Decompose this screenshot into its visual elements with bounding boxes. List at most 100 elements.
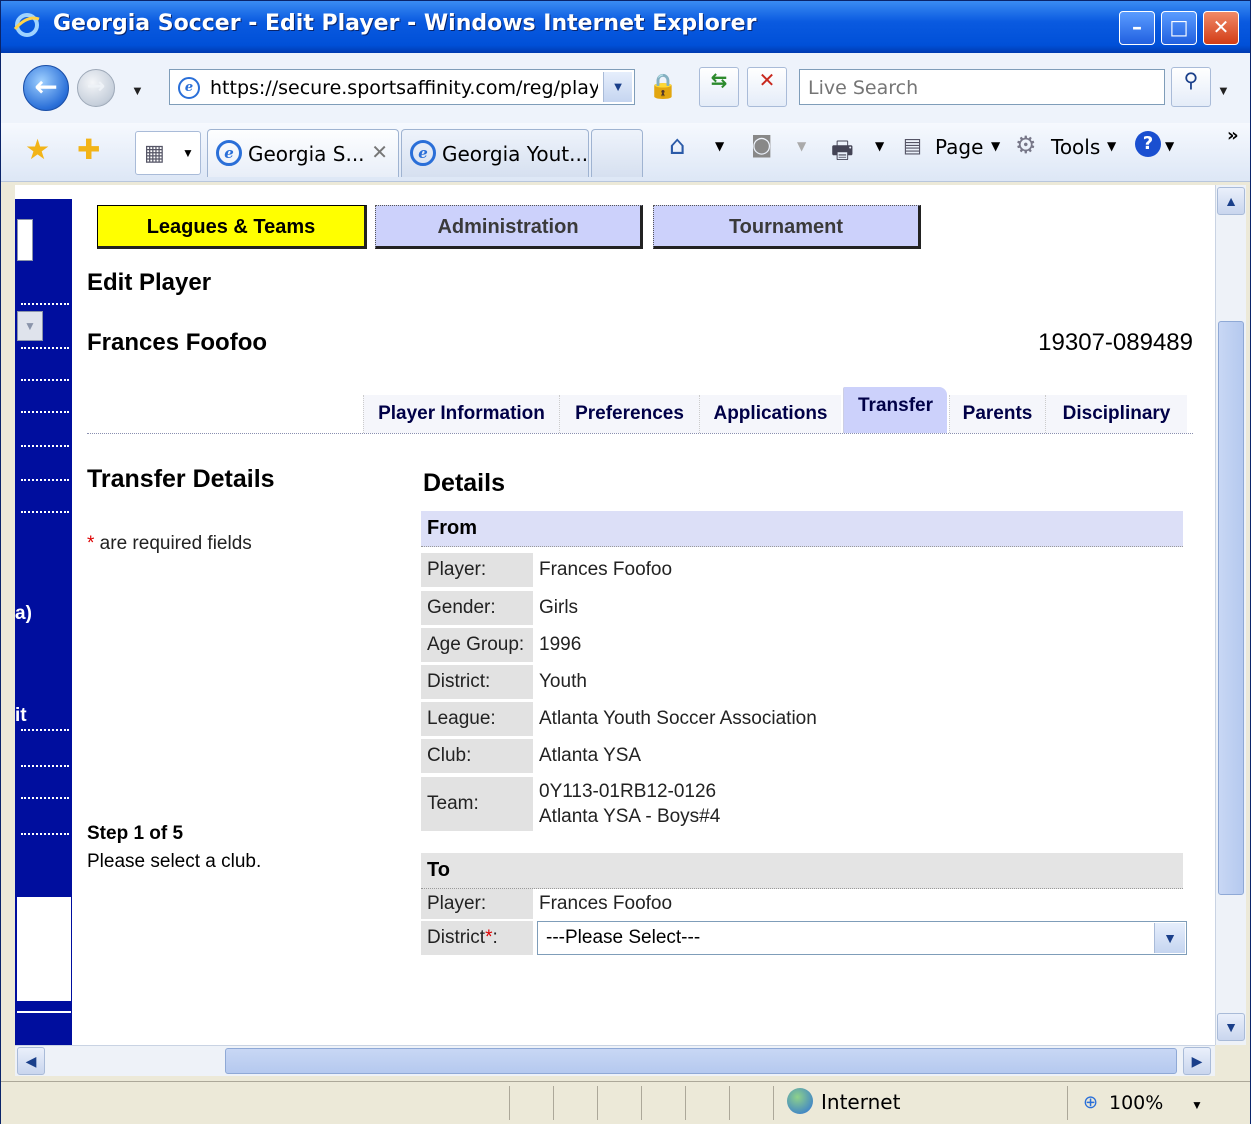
nav-fragment-text[interactable]: a)	[15, 603, 32, 625]
search-options-dropdown-icon[interactable]: ▼	[1217, 83, 1230, 98]
feeds-dropdown-icon[interactable]: ▼	[797, 139, 806, 153]
window-title: Georgia Soccer - Edit Player - Windows I…	[53, 11, 757, 36]
nav-select-dropdown-icon[interactable]: ▼	[17, 311, 43, 341]
security-zone[interactable]: Internet	[821, 1090, 900, 1114]
tools-menu[interactable]: Tools	[1051, 135, 1100, 159]
scroll-down-icon[interactable]: ▼	[1217, 1013, 1245, 1041]
scroll-right-icon[interactable]: ▶	[1183, 1047, 1211, 1075]
player-id: 19307-089489	[1038, 329, 1193, 356]
address-bar: ← → ▼ e https://secure.sportsaffinity.co…	[1, 53, 1250, 124]
scroll-left-icon[interactable]: ◀	[17, 1047, 45, 1075]
tab-list-dropdown-icon[interactable]: ▼	[182, 146, 194, 160]
url-text: https://secure.sportsaffinity.com/reg/pl…	[210, 77, 598, 99]
tab-applications[interactable]: Applications	[699, 395, 841, 433]
search-icon[interactable]: ⚲	[1171, 67, 1211, 107]
browser-tab-label: Georgia S...	[248, 142, 365, 166]
maximize-button[interactable]: □	[1161, 11, 1197, 45]
scroll-up-icon[interactable]: ▲	[1217, 187, 1245, 215]
team-code: 0Y113-01RB12-0126	[539, 781, 717, 802]
command-bar: ★ ✚ ▦ ▼ e Georgia S... ✕ e Georgia Yout.…	[1, 123, 1250, 182]
close-tab-icon[interactable]: ✕	[371, 140, 388, 164]
help-icon[interactable]: ?	[1135, 131, 1161, 157]
horizontal-scroll-thumb[interactable]	[225, 1048, 1177, 1074]
left-nav-tab[interactable]	[17, 219, 33, 261]
stop-button[interactable]: ✕	[747, 67, 787, 107]
tab-leagues-teams[interactable]: Leagues & Teams	[97, 205, 367, 249]
tab-parents[interactable]: Parents	[949, 395, 1045, 433]
quick-tabs-button[interactable]: ▦ ▼	[135, 131, 201, 175]
page-menu-icon: ▤	[903, 133, 922, 157]
step-instructions: Please select a club.	[87, 851, 262, 872]
lock-icon[interactable]: 🔒	[641, 67, 685, 107]
history-dropdown-icon[interactable]: ▼	[131, 83, 144, 98]
status-divider	[553, 1086, 554, 1120]
home-icon[interactable]: ⌂	[669, 131, 686, 161]
page-icon: e	[178, 77, 200, 99]
tab-tournament[interactable]: Tournament	[653, 205, 921, 249]
tab-transfer[interactable]: Transfer	[843, 387, 947, 433]
status-divider	[509, 1086, 510, 1120]
page-menu[interactable]: Page	[935, 135, 983, 159]
favorites-star-icon[interactable]: ★	[25, 133, 50, 166]
print-icon[interactable]: 🖶	[831, 133, 854, 174]
nav-divider	[21, 511, 69, 513]
print-dropdown-icon[interactable]: ▼	[875, 139, 884, 153]
refresh-button[interactable]: ⇆	[699, 67, 739, 107]
page-dropdown-icon[interactable]: ▼	[991, 139, 1000, 153]
forward-button[interactable]: →	[77, 69, 115, 107]
status-divider	[1067, 1086, 1068, 1120]
internet-zone-globe-icon	[787, 1088, 813, 1114]
from-gender-row: Gender: Girls	[421, 591, 1183, 625]
horizontal-scrollbar[interactable]: ◀ ▶	[15, 1045, 1215, 1076]
chevron-down-icon[interactable]: ▼	[1154, 923, 1185, 953]
tab-preferences[interactable]: Preferences	[559, 395, 699, 433]
feeds-icon[interactable]: ◙	[751, 133, 772, 158]
close-window-button[interactable]: ✕	[1203, 11, 1239, 45]
add-favorite-icon[interactable]: ✚	[77, 133, 100, 166]
nav-fragment-text[interactable]: it	[15, 705, 27, 727]
left-navigation: ▼ a) it	[15, 199, 72, 1045]
from-district-row: District: Youth	[421, 665, 1183, 699]
status-divider	[685, 1086, 686, 1120]
search-input[interactable]	[806, 72, 1150, 104]
tab-administration[interactable]: Administration	[375, 205, 643, 249]
ie-page-icon: e	[410, 140, 436, 166]
vertical-scroll-thumb[interactable]	[1218, 321, 1244, 895]
tools-dropdown-icon[interactable]: ▼	[1107, 139, 1116, 153]
ie-logo-icon	[13, 13, 40, 37]
zoom-dropdown-icon[interactable]: ▼	[1191, 1098, 1203, 1112]
from-section-header: From	[421, 511, 1183, 547]
required-note-text: are required fields	[94, 533, 252, 554]
back-button[interactable]: ←	[23, 65, 69, 111]
chevron-more-icon[interactable]: »	[1227, 125, 1239, 146]
field-label: Player:	[421, 553, 533, 587]
help-dropdown-icon[interactable]: ▼	[1165, 139, 1174, 153]
browser-tab-label: Georgia Yout...	[442, 142, 589, 166]
tab-disciplinary[interactable]: Disciplinary	[1045, 395, 1187, 433]
url-dropdown-icon[interactable]: ▼	[603, 72, 632, 102]
vertical-scrollbar[interactable]: ▲ ▼	[1215, 185, 1246, 1045]
from-league-value: Atlanta Youth Soccer Association	[539, 708, 817, 729]
district-select[interactable]: ---Please Select--- ▼	[537, 921, 1187, 955]
from-team-row: Team: 0Y113-01RB12-0126 Atlanta YSA - Bo…	[421, 777, 1183, 831]
home-dropdown-icon[interactable]: ▼	[715, 139, 724, 153]
minimize-button[interactable]: –	[1119, 11, 1155, 45]
player-tabs: Player Information Preferences Applicati…	[87, 385, 1193, 434]
required-fields-note: * are required fields	[87, 533, 252, 555]
search-box[interactable]	[799, 69, 1165, 105]
new-tab-button[interactable]	[591, 129, 643, 177]
from-club-value: Atlanta YSA	[539, 745, 642, 766]
browser-tab-active[interactable]: e Georgia S... ✕	[207, 129, 399, 177]
nav-divider	[21, 445, 69, 447]
player-name: Frances Foofoo	[87, 329, 268, 356]
tab-player-information[interactable]: Player Information	[363, 395, 559, 433]
from-league-row: League: Atlanta Youth Soccer Association	[421, 702, 1183, 736]
zoom-level[interactable]: 100%	[1109, 1092, 1163, 1114]
browser-tab-2[interactable]: e Georgia Yout...	[401, 129, 589, 177]
field-label: District	[427, 927, 486, 948]
district-select-value: ---Please Select---	[546, 927, 701, 948]
details-heading: Details	[423, 469, 505, 497]
url-field[interactable]: e https://secure.sportsaffinity.com/reg/…	[169, 69, 635, 105]
nav-divider	[21, 479, 69, 481]
quick-tabs-icon: ▦	[144, 140, 165, 165]
